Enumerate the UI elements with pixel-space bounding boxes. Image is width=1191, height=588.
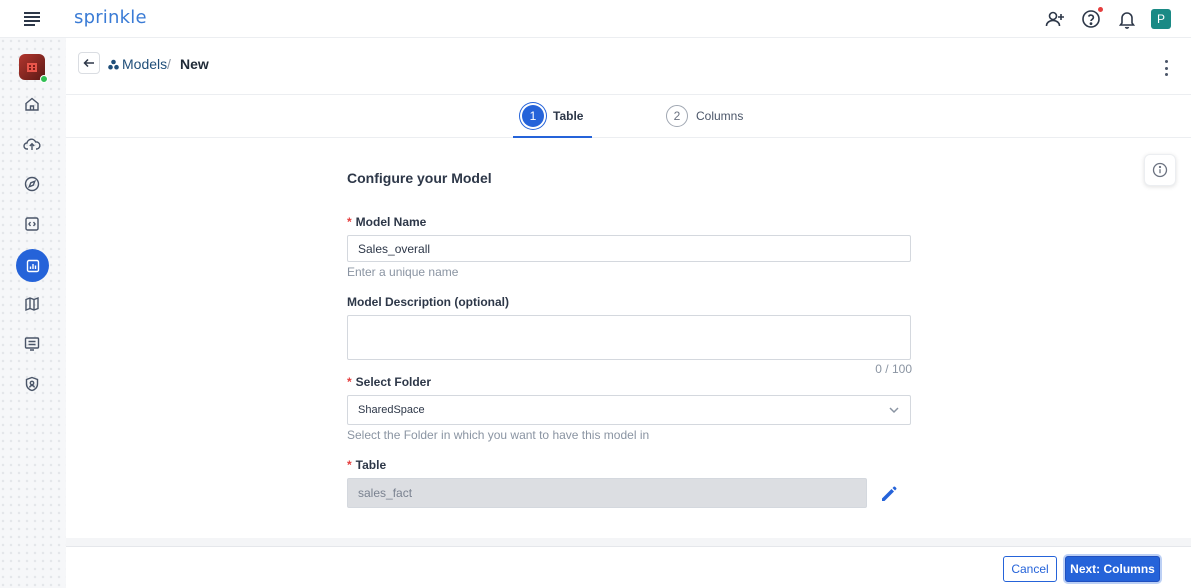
table-label: * Table	[347, 458, 387, 472]
footer-bar: Cancel Next: Columns	[66, 546, 1191, 588]
chevron-down-icon	[889, 407, 899, 414]
main-panel: Models / New 1 Table 2 Columns Configure…	[66, 38, 1191, 538]
breadcrumb-models-link[interactable]: Models	[108, 56, 167, 72]
online-status-dot	[40, 75, 48, 83]
bell-icon[interactable]	[1115, 7, 1139, 31]
breadcrumb-models-label: Models	[122, 56, 168, 72]
stepper: 1 Table 2 Columns	[66, 95, 1191, 138]
chart-icon[interactable]	[16, 249, 49, 282]
step-number: 1	[522, 105, 544, 127]
more-options-icon[interactable]	[1163, 60, 1169, 76]
info-icon	[1152, 162, 1168, 178]
app-logo[interactable]: sprinkle	[74, 7, 147, 28]
back-button[interactable]	[78, 52, 100, 74]
step-number: 2	[666, 105, 688, 127]
next-columns-button[interactable]: Next: Columns	[1065, 556, 1160, 582]
compass-icon[interactable]	[21, 173, 43, 195]
map-icon[interactable]	[21, 293, 43, 315]
model-description-input[interactable]	[347, 315, 911, 360]
avatar[interactable]: P	[1151, 9, 1171, 29]
step-label: Table	[553, 109, 584, 123]
sidebar	[0, 38, 66, 588]
notification-dot	[1098, 7, 1103, 12]
breadcrumb-separator: /	[167, 56, 171, 72]
step-table[interactable]: 1 Table	[522, 105, 583, 127]
menu-icon[interactable]	[22, 10, 42, 28]
table-field: sales_fact	[347, 478, 867, 508]
code-icon[interactable]	[21, 213, 43, 235]
list-icon[interactable]	[21, 333, 43, 355]
pencil-icon	[882, 486, 897, 501]
page-title: New	[180, 56, 209, 72]
edit-table-button[interactable]	[878, 483, 900, 505]
select-folder-label: * Select Folder	[347, 375, 432, 389]
home-icon[interactable]	[21, 93, 43, 115]
model-name-input[interactable]	[347, 235, 911, 262]
add-user-icon[interactable]	[1043, 7, 1067, 31]
info-button[interactable]	[1144, 154, 1176, 186]
app-tile-icon[interactable]	[19, 54, 48, 83]
cloud-upload-icon[interactable]	[21, 133, 43, 155]
breadcrumb: Models / New	[66, 38, 1191, 95]
top-bar: sprinkle P	[0, 0, 1191, 38]
folder-select[interactable]: SharedSpace	[347, 395, 911, 425]
model-name-hint: Enter a unique name	[347, 265, 459, 279]
shield-icon[interactable]	[21, 373, 43, 395]
help-icon[interactable]	[1079, 7, 1103, 31]
step-label: Columns	[696, 109, 744, 123]
folder-select-value: SharedSpace	[358, 404, 425, 416]
models-icon	[108, 59, 119, 69]
model-description-label: Model Description (optional)	[347, 295, 509, 309]
form-title: Configure your Model	[347, 170, 492, 186]
folder-hint: Select the Folder in which you want to h…	[347, 428, 650, 442]
step-columns[interactable]: 2 Columns	[666, 105, 743, 127]
model-name-label: * Model Name	[347, 215, 427, 229]
cancel-button[interactable]: Cancel	[1003, 556, 1057, 582]
active-step-indicator	[513, 136, 592, 138]
description-char-counter: 0 / 100	[875, 362, 912, 376]
